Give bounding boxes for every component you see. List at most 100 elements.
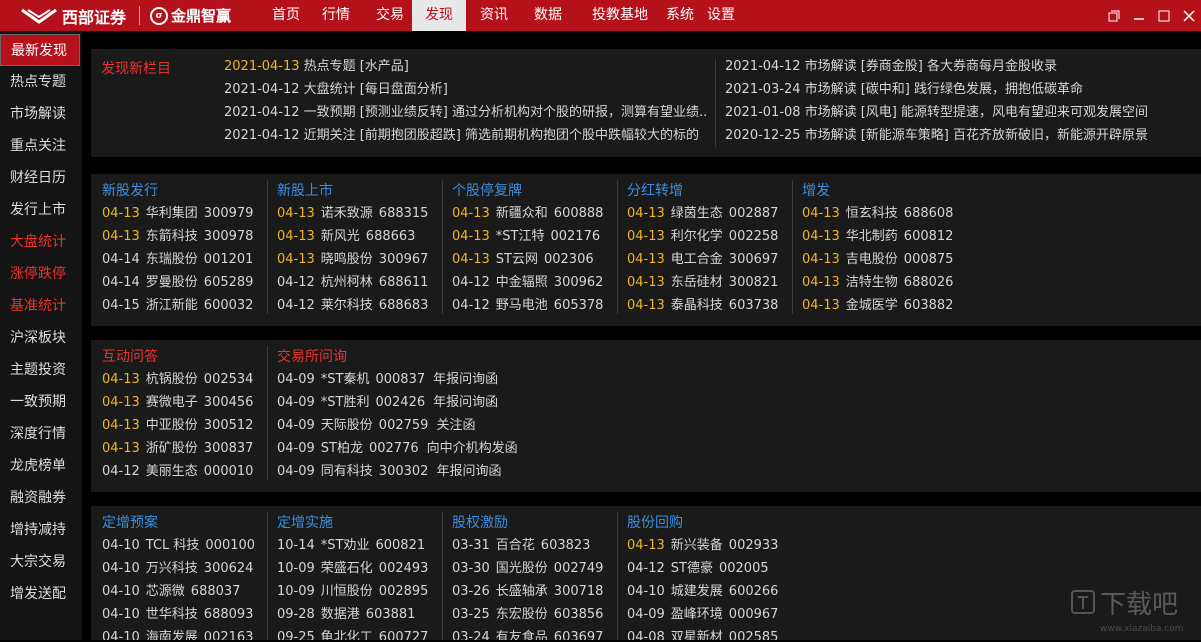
sidebar-item-1[interactable]: 热点专题 <box>0 66 80 98</box>
nav-4[interactable]: 资讯 <box>474 0 514 31</box>
stock-row[interactable]: 04-13东箭科技300978 <box>102 225 253 248</box>
stock-row[interactable]: 04-13赛微电子300456 <box>102 391 253 414</box>
stock-row[interactable]: 04-13*ST江特002176 <box>452 225 600 248</box>
nav-0[interactable]: 首页 <box>266 0 306 31</box>
stock-row[interactable]: 04-12莱尔科技688683 <box>277 294 428 317</box>
stock-row[interactable]: 04-13诺禾致源688315 <box>277 202 428 225</box>
stock-row[interactable]: 04-10芯源微688037 <box>102 580 240 603</box>
stock-row[interactable]: 04-12美丽生态000010 <box>102 460 253 483</box>
stock-row[interactable]: 04-14罗曼股份605289 <box>102 271 253 294</box>
discover-item[interactable]: 2021-04-12近期关注 [前期抱团股超跌] 筛选前期机构抱团个股中跌幅较大… <box>224 124 699 147</box>
nav-7[interactable]: 系统 <box>660 0 700 31</box>
sidebar-item-7[interactable]: 涨停跌停 <box>0 258 80 290</box>
stock-row[interactable]: 04-13恒玄科技688608 <box>802 202 953 225</box>
stock-row[interactable]: 04-12中金辐照300962 <box>452 271 603 294</box>
stock-row[interactable]: 04-13吉电股份000875 <box>802 248 953 271</box>
sidebar-item-9[interactable]: 沪深板块 <box>0 322 80 354</box>
stock-row[interactable]: 04-13晓鸣股份300967 <box>277 248 428 271</box>
stock-row[interactable]: 10-09荣盛石化002493 <box>277 557 428 580</box>
sidebar-item-6[interactable]: 大盘统计 <box>0 226 80 258</box>
section-title-block3-0[interactable]: 定增预案 <box>102 512 158 532</box>
section-title-block2-1[interactable]: 交易所问询 <box>277 346 347 366</box>
stock-row[interactable]: 03-31百合花603823 <box>452 534 590 557</box>
section-title-block1-1[interactable]: 新股上市 <box>277 180 333 200</box>
stock-row[interactable]: 04-09*ST秦机000837年报问询函 <box>277 368 498 391</box>
stock-row[interactable]: 04-09*ST胜利002426年报问询函 <box>277 391 498 414</box>
section-title-block1-4[interactable]: 增发 <box>802 180 830 200</box>
stock-row[interactable]: 04-13电工合金300697 <box>627 248 778 271</box>
stock-row[interactable]: 04-10城建发展600266 <box>627 580 778 603</box>
stock-row[interactable]: 04-13金城医学603882 <box>802 294 953 317</box>
sidebar-item-10[interactable]: 主题投资 <box>0 354 80 386</box>
sidebar-item-14[interactable]: 融资融券 <box>0 482 80 514</box>
sidebar-item-3[interactable]: 重点关注 <box>0 130 80 162</box>
stock-row[interactable]: 04-12野马电池605378 <box>452 294 603 317</box>
nav-6[interactable]: 投教基地 <box>584 0 656 31</box>
stock-row[interactable]: 04-08双星新材002585 <box>627 626 778 640</box>
discover-item[interactable]: 2021-03-24市场解读 [碳中和] 践行绿色发展，拥抱低碳革命 <box>725 78 1083 101</box>
stock-row[interactable]: 04-13华利集团300979 <box>102 202 253 225</box>
stock-row[interactable]: 04-10TCL 科技000100 <box>102 534 255 557</box>
stock-row[interactable]: 10-09川恒股份002895 <box>277 580 428 603</box>
stock-row[interactable]: 04-13利尔化学002258 <box>627 225 778 248</box>
stock-row[interactable]: 04-12ST德豪002005 <box>627 557 769 580</box>
stock-row[interactable]: 04-09同有科技300302年报问询函 <box>277 460 501 483</box>
restore-icon[interactable] <box>1102 0 1126 31</box>
stock-row[interactable]: 04-13洁特生物688026 <box>802 271 953 294</box>
stock-row[interactable]: 04-10世华科技688093 <box>102 603 253 626</box>
stock-row[interactable]: 04-13新风光688663 <box>277 225 415 248</box>
stock-row[interactable]: 04-10万兴科技300624 <box>102 557 253 580</box>
maximize-icon[interactable] <box>1152 0 1176 31</box>
section-title-block3-1[interactable]: 定增实施 <box>277 512 333 532</box>
nav-3[interactable]: 发现 <box>412 0 466 31</box>
section-title-block1-3[interactable]: 分红转增 <box>627 180 683 200</box>
stock-row[interactable]: 10-14*ST劝业600821 <box>277 534 425 557</box>
section-title-block3-2[interactable]: 股权激励 <box>452 512 508 532</box>
stock-row[interactable]: 09-28数据港603881 <box>277 603 415 626</box>
stock-row[interactable]: 09-25龟北化工600727 <box>277 626 428 640</box>
stock-row[interactable]: 04-13绿茵生态002887 <box>627 202 778 225</box>
stock-row[interactable]: 04-09ST柏龙002776向中介机构发函 <box>277 437 518 460</box>
close-icon[interactable] <box>1177 0 1201 31</box>
discover-item[interactable]: 2020-12-25市场解读 [新能源车策略] 百花齐放新破旧，新能源开辟原景 <box>725 124 1148 147</box>
stock-row[interactable]: 04-13东岳硅材300821 <box>627 271 778 294</box>
sidebar-item-11[interactable]: 一致预期 <box>0 386 80 418</box>
stock-row[interactable]: 04-10海南发展002163 <box>102 626 253 640</box>
sidebar-item-16[interactable]: 大宗交易 <box>0 546 80 578</box>
discover-item[interactable]: 2021-04-12大盘统计 [每日盘面分析] <box>224 78 448 101</box>
stock-row[interactable]: 04-09天际股份002759关注函 <box>277 414 475 437</box>
stock-row[interactable]: 04-13杭锅股份002534 <box>102 368 253 391</box>
nav-8[interactable]: 设置 <box>700 0 742 31</box>
nav-2[interactable]: 交易 <box>370 0 410 31</box>
stock-row[interactable]: 04-13ST云网002306 <box>452 248 594 271</box>
discover-item[interactable]: 2021-04-13热点专题 [水产品] <box>224 55 409 78</box>
minimize-icon[interactable] <box>1127 0 1151 31</box>
discover-item[interactable]: 2021-04-12市场解读 [券商金股] 各大券商每月金股收录 <box>725 55 1057 78</box>
section-title-block1-0[interactable]: 新股发行 <box>102 180 158 200</box>
sidebar-item-12[interactable]: 深度行情 <box>0 418 80 450</box>
discover-item[interactable]: 2021-01-08市场解读 [风电] 能源转型提速，风电有望迎来可观发展空间 <box>725 101 1148 124</box>
stock-row[interactable]: 04-13浙矿股份300837 <box>102 437 253 460</box>
sidebar-item-15[interactable]: 增持减持 <box>0 514 80 546</box>
discover-item[interactable]: 2021-04-12一致预期 [预测业绩反转] 通过分析机构对个股的研报，测算有… <box>224 101 707 124</box>
stock-row[interactable]: 04-14东瑞股份001201 <box>102 248 253 271</box>
stock-row[interactable]: 04-13中亚股份300512 <box>102 414 253 437</box>
stock-row[interactable]: 04-15浙江新能600032 <box>102 294 253 317</box>
stock-row[interactable]: 03-25东宏股份603856 <box>452 603 603 626</box>
stock-row[interactable]: 04-13新疆众和600888 <box>452 202 603 225</box>
stock-row[interactable]: 04-09盈峰环境000967 <box>627 603 778 626</box>
stock-row[interactable]: 03-24有友食品603697 <box>452 626 603 640</box>
section-title-block2-0[interactable]: 互动问答 <box>102 346 158 366</box>
sidebar-item-2[interactable]: 市场解读 <box>0 98 80 130</box>
nav-1[interactable]: 行情 <box>316 0 356 31</box>
stock-row[interactable]: 04-13泰晶科技603738 <box>627 294 778 317</box>
sidebar-item-13[interactable]: 龙虎榜单 <box>0 450 80 482</box>
stock-row[interactable]: 04-13华北制药600812 <box>802 225 953 248</box>
stock-row[interactable]: 03-26长盛轴承300718 <box>452 580 603 603</box>
sidebar-item-5[interactable]: 发行上市 <box>0 194 80 226</box>
sidebar-item-4[interactable]: 财经日历 <box>0 162 80 194</box>
section-title-block3-3[interactable]: 股份回购 <box>627 512 683 532</box>
nav-5[interactable]: 数据 <box>528 0 568 31</box>
stock-row[interactable]: 03-30国光股份002749 <box>452 557 603 580</box>
sidebar-item-0[interactable]: 最新发现 <box>0 34 80 66</box>
